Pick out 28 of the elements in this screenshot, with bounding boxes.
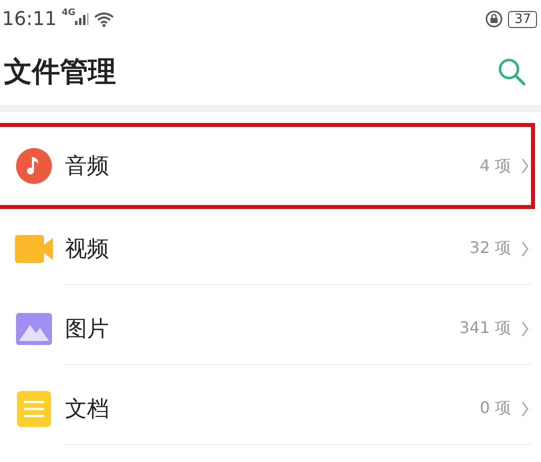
page-title: 文件管理 [4,54,116,90]
status-time: 16:11 [2,8,57,30]
search-icon[interactable] [497,56,527,86]
item-count: 32 项 [470,238,511,259]
chevron-icon [521,240,529,256]
chevron-icon [521,158,529,174]
category-item[interactable]: 视频 32 项 [0,209,535,289]
category-label: 文档 [65,396,110,424]
battery-level: 37 [508,10,537,28]
category-label: 音频 [65,153,110,181]
image-icon [16,313,52,345]
item-count: 4 项 [480,156,511,176]
music-note-icon [16,148,52,184]
video-camera-icon [14,235,52,263]
wifi-icon [94,12,114,26]
document-icon [16,391,50,427]
chevron-icon [521,320,529,336]
category-label: 图片 [65,316,110,344]
category-item[interactable]: 文档 0 项 [0,369,535,449]
item-count: 0 项 [480,398,511,419]
category-item[interactable]: 音频 4 项 [0,123,535,209]
signal-icon [75,12,90,26]
network-type: 4G [62,8,76,18]
rotation-lock-icon [485,10,504,28]
category-item[interactable]: 图片 341 项 [0,289,535,369]
item-count: 341 项 [459,318,511,339]
chevron-icon [521,400,529,416]
category-label: 视频 [65,236,110,264]
